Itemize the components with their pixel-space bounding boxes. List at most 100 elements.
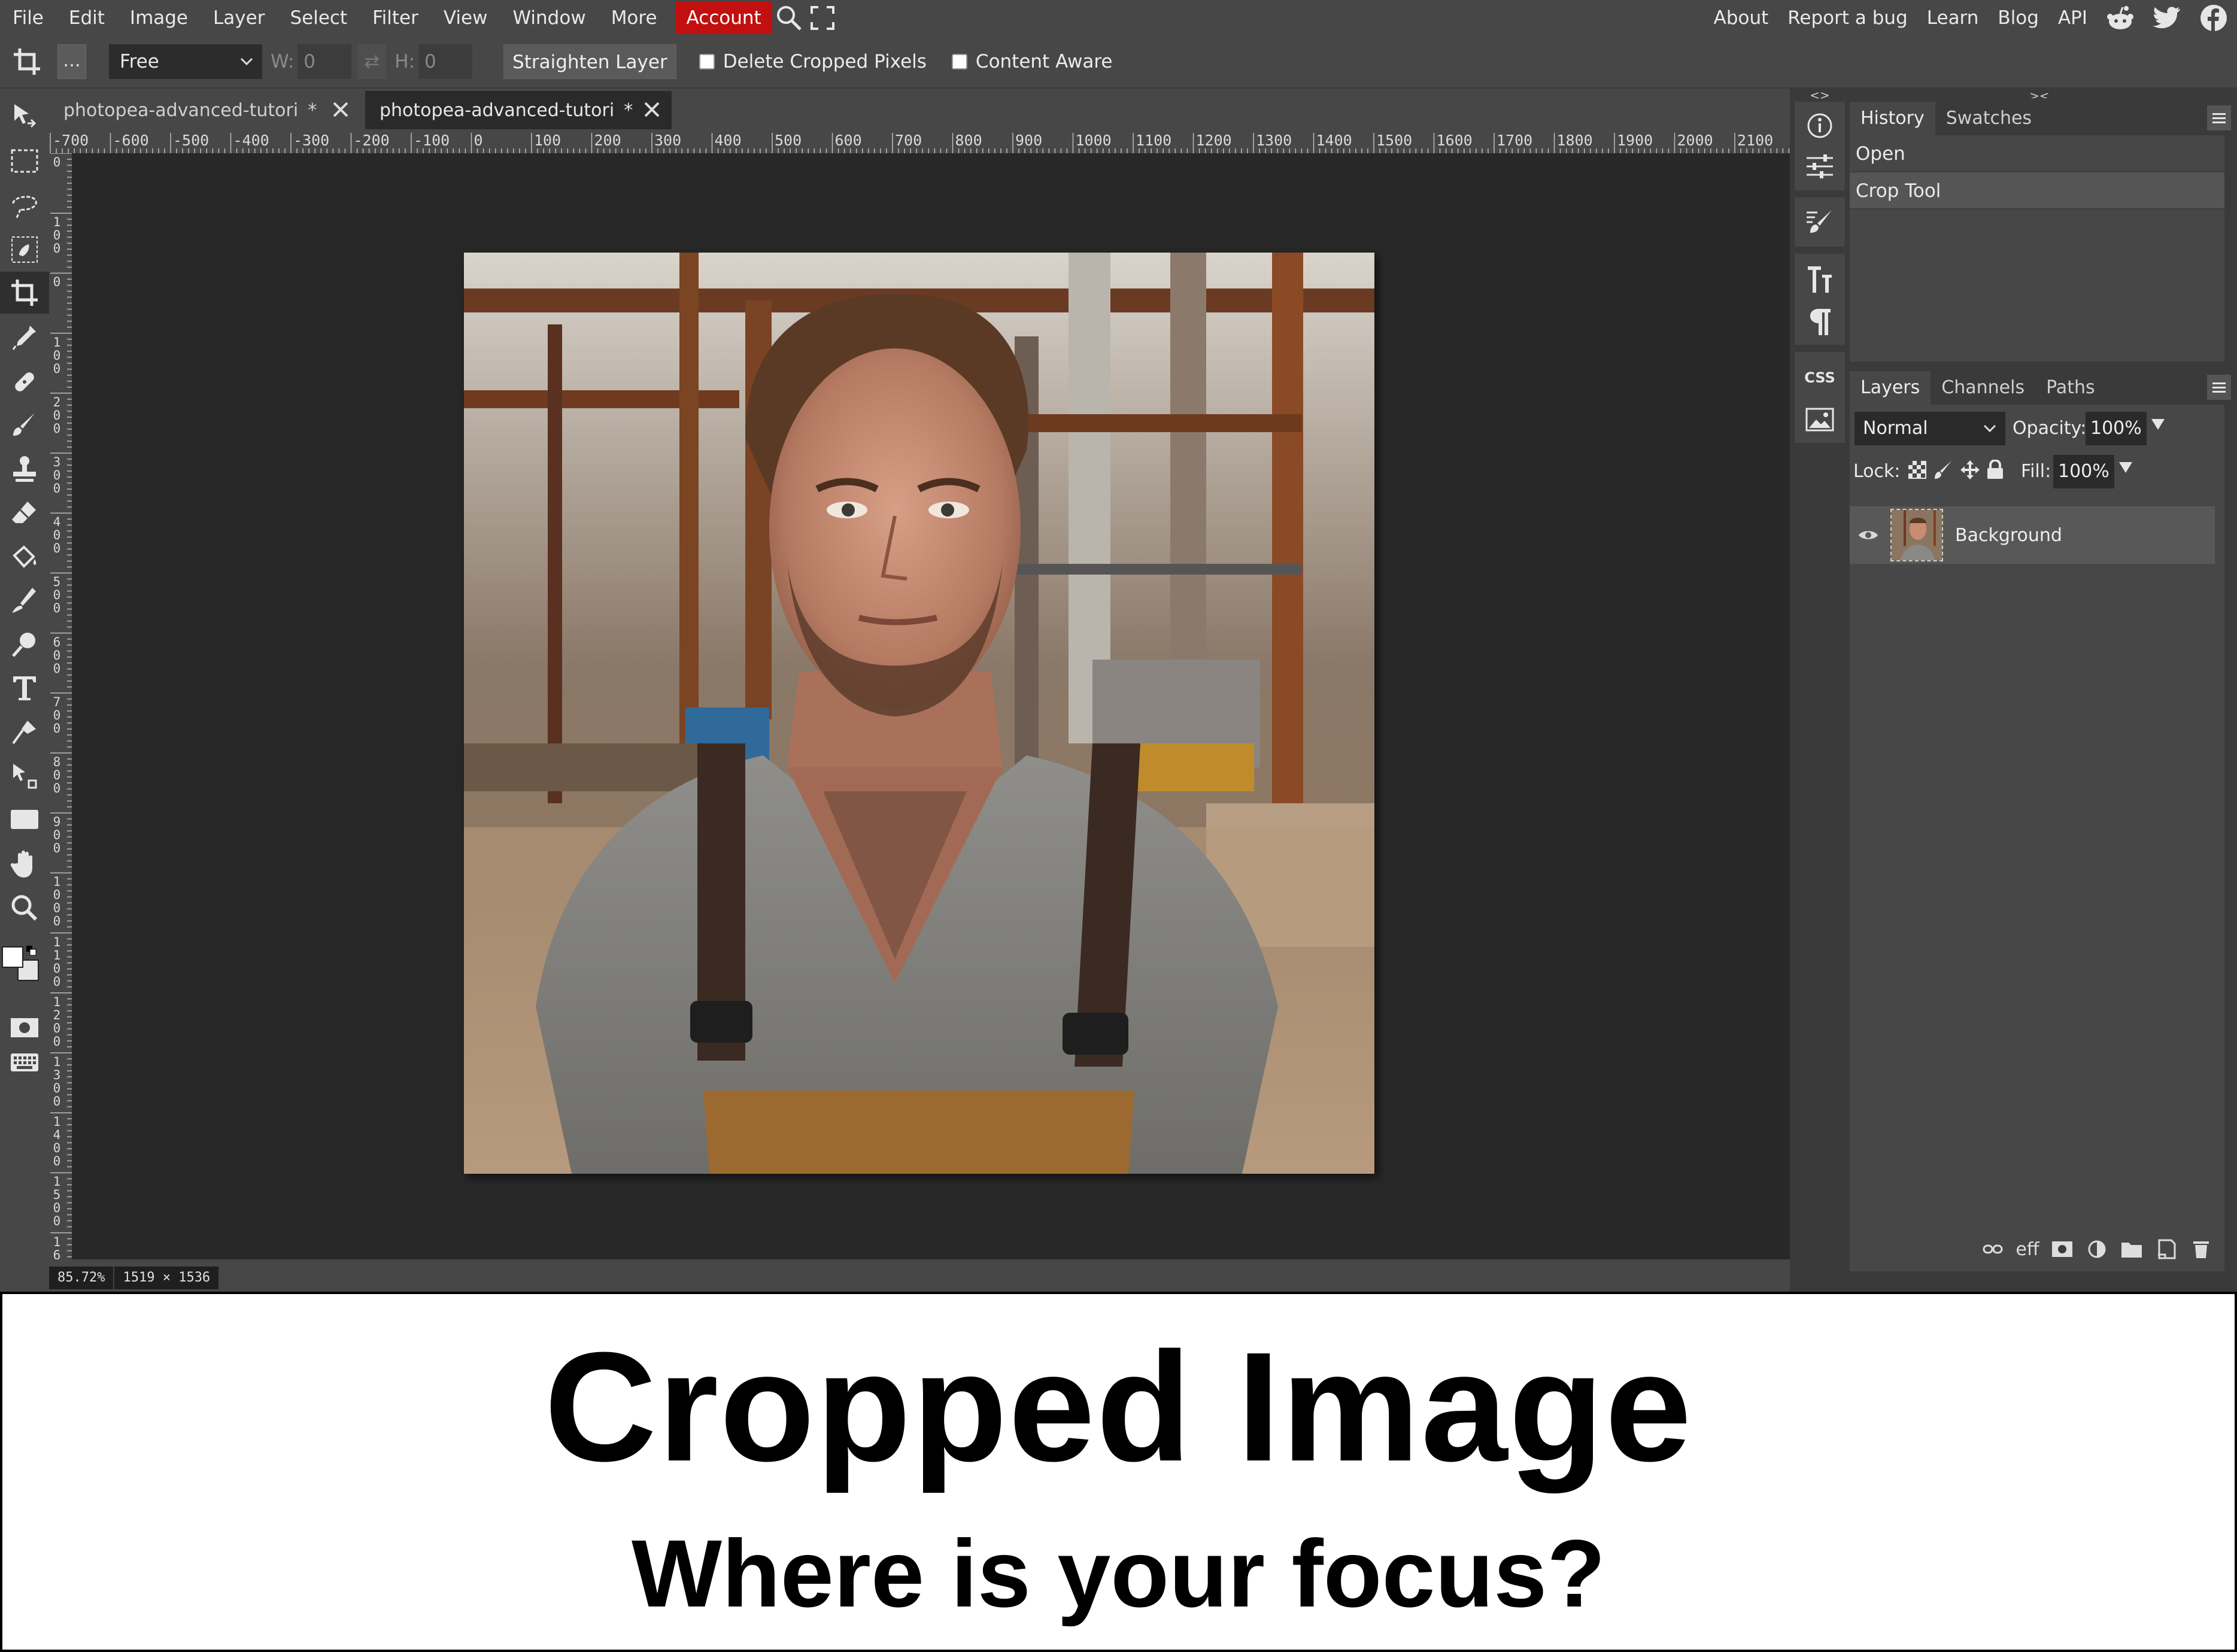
reddit-icon[interactable] [2097,0,2144,36]
eyedropper-tool-icon[interactable] [0,316,49,358]
delete-layer-icon[interactable] [2184,1239,2218,1259]
layer-effects-button[interactable]: eff [2010,1239,2045,1260]
lock-position-icon[interactable] [1960,460,1980,482]
paragraph-icon[interactable] [1790,302,1850,341]
css-icon[interactable]: CSS [1790,358,1850,397]
tab-paths[interactable]: Paths [2035,371,2106,405]
opacity-input[interactable]: 100% [2086,412,2147,445]
collapse-arrows-icon[interactable]: <> [1790,88,1850,102]
crop-preset-button[interactable]: ... [57,44,86,79]
menu-about[interactable]: About [1704,0,1778,36]
swap-dimensions-button[interactable]: ⇄ [357,44,387,79]
hand-tool-icon[interactable] [0,843,49,885]
move-tool-icon[interactable] [0,96,49,138]
blend-mode-select[interactable]: Normal [1854,412,2005,445]
lock-transparency-icon[interactable] [1907,460,1928,482]
panel-menu-icon[interactable] [2207,375,2231,400]
menu-edit[interactable]: Edit [56,0,117,36]
vertical-ruler[interactable]: 0 100 0 100 200 300 400 500 600 700 800 900 1000 1100… [49,153,72,1259]
menu-select[interactable]: Select [277,0,360,36]
adjustments-icon[interactable] [1790,147,1850,186]
smudge-tool-icon[interactable] [0,579,49,621]
checkbox-box[interactable] [951,54,967,69]
pen-tool-icon[interactable] [0,711,49,753]
rectangle-tool-icon[interactable] [0,798,49,840]
adjustment-layer-icon[interactable] [2080,1240,2114,1259]
account-button[interactable]: Account [675,2,772,34]
width-input[interactable]: 0 [298,44,352,79]
color-swatches-icon[interactable] [0,939,49,992]
menu-layer[interactable]: Layer [201,0,277,36]
type-tool-icon[interactable] [0,667,49,709]
ruler-label: 1700 [1497,132,1533,149]
close-icon[interactable] [330,99,351,124]
clone-stamp-tool-icon[interactable] [0,448,49,490]
tab-channels[interactable]: Channels [1931,371,2035,405]
canvas-workspace[interactable] [72,153,1790,1259]
delete-cropped-label: Delete Cropped Pixels [723,51,927,72]
lock-pixels-icon[interactable] [1934,460,1954,482]
keyboard-icon[interactable] [0,1041,49,1083]
content-aware-checkbox[interactable]: Content Aware [951,51,1113,72]
history-item-crop-tool[interactable]: Crop Tool [1850,172,2224,209]
new-layer-icon[interactable] [2149,1239,2184,1259]
fill-dropdown-icon[interactable] [2118,460,2133,478]
healing-brush-tool-icon[interactable] [0,360,49,402]
delete-cropped-checkbox[interactable]: Delete Cropped Pixels [699,51,927,72]
fill-label: Fill: [2021,461,2051,482]
layer-row-background[interactable]: Background [1850,506,2215,564]
character-icon[interactable] [1790,260,1850,299]
menu-view[interactable]: View [431,0,500,36]
menu-report-bug[interactable]: Report a bug [1778,0,1917,36]
layer-mask-icon[interactable] [2045,1241,2080,1258]
path-selection-tool-icon[interactable] [0,755,49,797]
visibility-eye-icon[interactable] [1853,529,1883,542]
menu-window[interactable]: Window [500,0,598,36]
twitter-icon[interactable] [2144,0,2190,36]
ratio-select[interactable]: Free [109,44,262,79]
crop-tool-button-icon[interactable] [0,272,49,314]
panel-menu-icon[interactable] [2207,105,2231,130]
image-icon[interactable] [1790,400,1850,439]
lock-all-icon[interactable] [1986,459,2004,482]
brush-tool-icon[interactable] [0,405,49,447]
eraser-tool-icon[interactable] [0,492,49,534]
paint-bucket-tool-icon[interactable] [0,536,49,578]
lasso-tool-icon[interactable] [0,184,49,226]
checkbox-box[interactable] [699,54,715,69]
dodge-tool-icon[interactable] [0,624,49,666]
marquee-tool-icon[interactable] [0,140,49,182]
straighten-layer-button[interactable]: Straighten Layer [503,44,676,79]
zoom-level[interactable]: 85.72% [49,1267,115,1289]
menu-more[interactable]: More [599,0,670,36]
info-icon[interactable] [1790,107,1850,145]
facebook-icon[interactable] [2190,0,2237,36]
search-icon[interactable] [772,0,806,36]
layers-panel: Normal Opacity: 100% Lock: Fill: 100% Ba… [1850,405,2224,1271]
photo-canvas[interactable] [464,253,1374,1174]
menu-learn[interactable]: Learn [1917,0,1989,36]
link-layers-icon[interactable] [1975,1243,2010,1255]
new-group-icon[interactable] [2114,1240,2149,1258]
menu-file[interactable]: File [0,0,56,36]
brush-settings-icon[interactable] [1790,202,1850,242]
height-input[interactable]: 0 [418,44,473,79]
tab-swatches[interactable]: Swatches [1935,102,2042,135]
horizontal-ruler[interactable]: -700 -600 -500 -400 -300 -200 -100 0 100 200 300 40… [49,130,1790,153]
history-item-open[interactable]: Open [1850,135,2224,172]
zoom-tool-icon[interactable] [0,887,49,929]
menu-blog[interactable]: Blog [1988,0,2048,36]
tab-layers[interactable]: Layers [1850,371,1931,405]
close-icon[interactable] [642,99,662,124]
menu-api[interactable]: API [2048,0,2097,36]
fullscreen-icon[interactable] [806,0,839,36]
menu-filter[interactable]: Filter [360,0,431,36]
tab-document-1[interactable]: photopea-advanced-tutori * [49,91,360,129]
quick-selection-tool-icon[interactable] [0,229,49,271]
menu-image[interactable]: Image [117,0,201,36]
ruler-label: 600 [834,132,862,149]
tab-history[interactable]: History [1850,102,1935,135]
opacity-dropdown-icon[interactable] [2150,417,2166,435]
tab-document-2[interactable]: photopea-advanced-tutori * [365,91,672,129]
fill-input[interactable]: 100% [2053,455,2114,488]
